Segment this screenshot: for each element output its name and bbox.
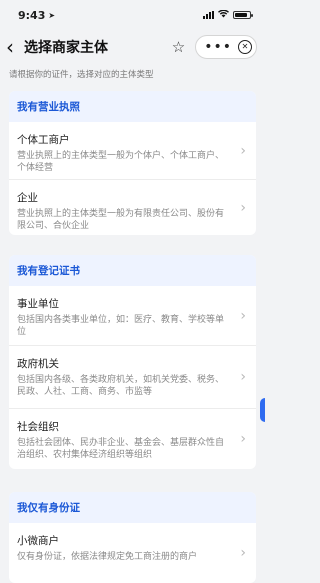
close-circle-icon[interactable]: ✕ <box>238 40 252 54</box>
chevron-left-icon[interactable]: ‹ <box>6 37 22 57</box>
item-desc: 包括国内各类事业单位，如：医疗、教育、学校等单位 <box>17 315 225 337</box>
section-header: 我仅有身份证 <box>9 492 256 523</box>
list-item-social-organization[interactable]: 社会组织 包括社会团体、民办非企业、基金会、基层群众性自治组织、农村集体经济组织… <box>9 409 256 469</box>
section-id-card-only: 我仅有身份证 小微商户 仅有身份证，依据法律规定免工商注册的商户 › <box>9 492 256 583</box>
chevron-right-icon: › <box>240 199 246 216</box>
chevron-right-icon: › <box>240 369 246 385</box>
item-title: 事业单位 <box>17 298 59 310</box>
chevron-right-icon: › <box>240 545 246 561</box>
status-left: 9:43 ➤ <box>18 9 55 22</box>
status-right <box>203 9 253 21</box>
list-item-government-agency[interactable]: 政府机关 包括国内各级、各类政府机关，如机关党委、税务、民政、人社、工商、商务、… <box>9 346 256 409</box>
mini-program-capsule: ••• ✕ <box>195 35 257 59</box>
status-bar: 9:43 ➤ <box>0 0 265 30</box>
item-title: 企业 <box>17 192 38 204</box>
page-title: 选择商家主体 <box>24 40 108 56</box>
instruction-text: 请根据你的证件，选择对应的主体类型 <box>9 70 154 80</box>
section-header: 我有营业执照 <box>9 91 256 122</box>
floating-side-handle[interactable] <box>260 398 265 422</box>
item-title: 政府机关 <box>17 358 59 370</box>
wifi-icon <box>218 9 229 21</box>
cellular-signal-icon <box>203 11 214 19</box>
section-business-license: 我有营业执照 个体工商户 营业执照上的主体类型一般为个体户、个体工商户、个体经营… <box>9 91 256 235</box>
item-desc: 营业执照上的主体类型一般为个体户、个体工商户、个体经营 <box>17 151 225 173</box>
item-title: 社会组织 <box>17 421 59 433</box>
list-item-public-institution[interactable]: 事业单位 包括国内各类事业单位，如：医疗、教育、学校等单位 › <box>9 286 256 346</box>
location-arrow-icon: ➤ <box>48 10 56 20</box>
more-icon[interactable]: ••• <box>204 40 232 54</box>
status-time: 9:43 <box>18 8 46 22</box>
item-title: 小微商户 <box>17 535 59 547</box>
chevron-right-icon: › <box>240 431 246 447</box>
item-desc: 包括国内各级、各类政府机关，如机关党委、税务、民政、人社、工商、商务、市监等 <box>17 375 225 397</box>
section-header: 我有登记证书 <box>9 255 256 286</box>
nav-bar: ‹ 选择商家主体 ☆ ••• ✕ <box>0 30 265 64</box>
item-title: 个体工商户 <box>17 134 70 146</box>
chevron-right-icon: › <box>240 307 246 324</box>
nav-actions: ☆ ••• ✕ <box>172 35 259 59</box>
item-desc: 营业执照上的主体类型一般为有限责任公司、股份有限公司、合伙企业 <box>17 209 225 231</box>
star-icon[interactable]: ☆ <box>172 38 185 56</box>
list-item-individual-business[interactable]: 个体工商户 营业执照上的主体类型一般为个体户、个体工商户、个体经营 › <box>9 122 256 180</box>
item-desc: 仅有身份证，依据法律规定免工商注册的商户 <box>17 552 198 562</box>
battery-icon <box>233 11 253 19</box>
section-registration-certificate: 我有登记证书 事业单位 包括国内各类事业单位，如：医疗、教育、学校等单位 › 政… <box>9 255 256 469</box>
list-item-micro-merchant[interactable]: 小微商户 仅有身份证，依据法律规定免工商注册的商户 › <box>9 523 256 583</box>
chevron-right-icon: › <box>240 142 246 159</box>
item-desc: 包括社会团体、民办非企业、基金会、基层群众性自治组织、农村集体经济组织等组织 <box>17 438 225 460</box>
list-item-enterprise[interactable]: 企业 营业执照上的主体类型一般为有限责任公司、股份有限公司、合伙企业 › <box>9 180 256 235</box>
